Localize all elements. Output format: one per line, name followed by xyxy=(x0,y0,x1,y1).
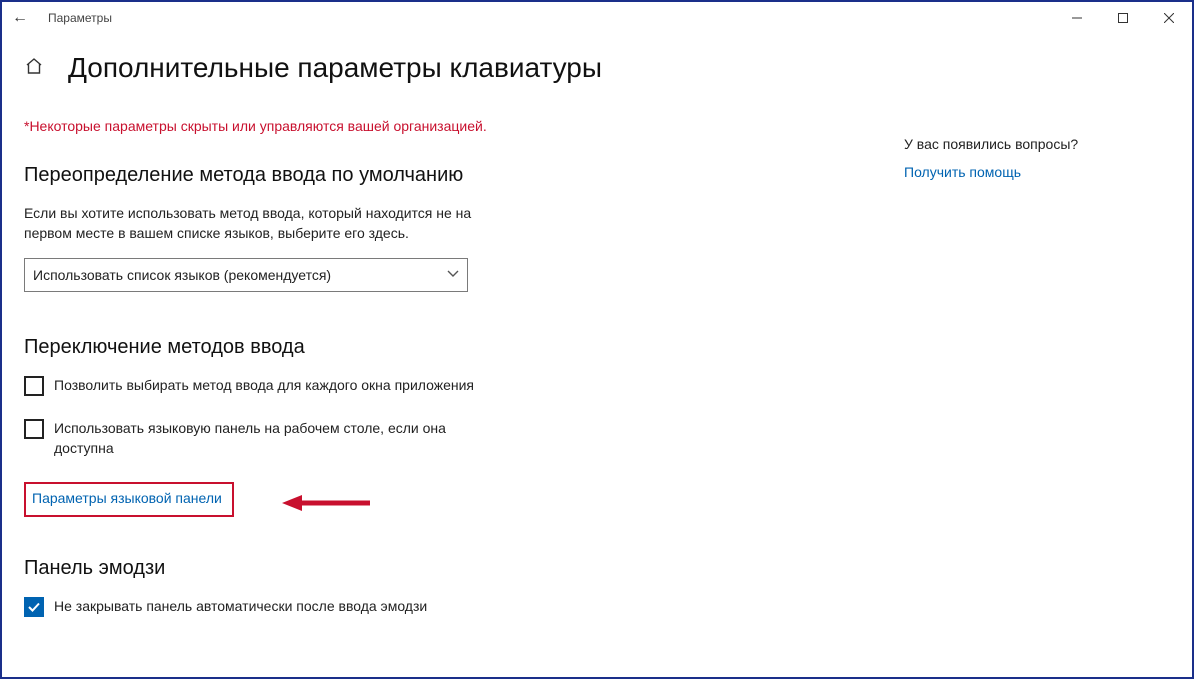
checkbox-lang-bar[interactable] xyxy=(24,419,44,439)
section-emoji-heading: Панель эмодзи xyxy=(24,557,864,580)
checkbox-per-window[interactable] xyxy=(24,376,44,396)
checkbox-emoji-keep-open-label: Не закрывать панель автоматически после … xyxy=(54,596,427,616)
page-title: Дополнительные параметры клавиатуры xyxy=(68,52,602,84)
minimize-button[interactable] xyxy=(1054,2,1100,34)
window-title: Параметры xyxy=(36,11,112,25)
home-icon[interactable] xyxy=(24,56,44,81)
get-help-link[interactable]: Получить помощь xyxy=(904,164,1164,180)
input-method-dropdown[interactable]: Использовать список языков (рекомендуетс… xyxy=(24,258,468,292)
aside-question: У вас появились вопросы? xyxy=(904,136,1164,152)
section-switching-heading: Переключение методов ввода xyxy=(24,336,864,359)
chevron-down-icon xyxy=(447,269,459,281)
checkbox-per-window-label: Позволить выбирать метод ввода для каждо… xyxy=(54,375,474,395)
lang-bar-settings-highlight: Параметры языковой панели xyxy=(24,482,234,517)
dropdown-value: Использовать список языков (рекомендуетс… xyxy=(33,267,331,283)
window-controls xyxy=(1054,2,1192,34)
annotation-arrow-icon xyxy=(282,494,372,517)
lang-bar-settings-link[interactable]: Параметры языковой панели xyxy=(32,490,222,506)
titlebar: ← Параметры xyxy=(2,2,1192,34)
org-warning: *Некоторые параметры скрыты или управляю… xyxy=(24,118,864,134)
aside: У вас появились вопросы? Получить помощь xyxy=(904,52,1164,677)
maximize-button[interactable] xyxy=(1100,2,1146,34)
checkbox-emoji-keep-open[interactable] xyxy=(24,597,44,617)
back-button[interactable]: ← xyxy=(10,9,36,27)
close-button[interactable] xyxy=(1146,2,1192,34)
section-override-desc: Если вы хотите использовать метод ввода,… xyxy=(24,203,484,244)
checkbox-lang-bar-label: Использовать языковую панель на рабочем … xyxy=(54,418,504,459)
settings-window: ← Параметры Дополнительные параметры кла… xyxy=(0,0,1194,679)
section-override-heading: Переопределение метода ввода по умолчани… xyxy=(24,164,864,187)
main-content: Дополнительные параметры клавиатуры *Нек… xyxy=(24,52,904,677)
